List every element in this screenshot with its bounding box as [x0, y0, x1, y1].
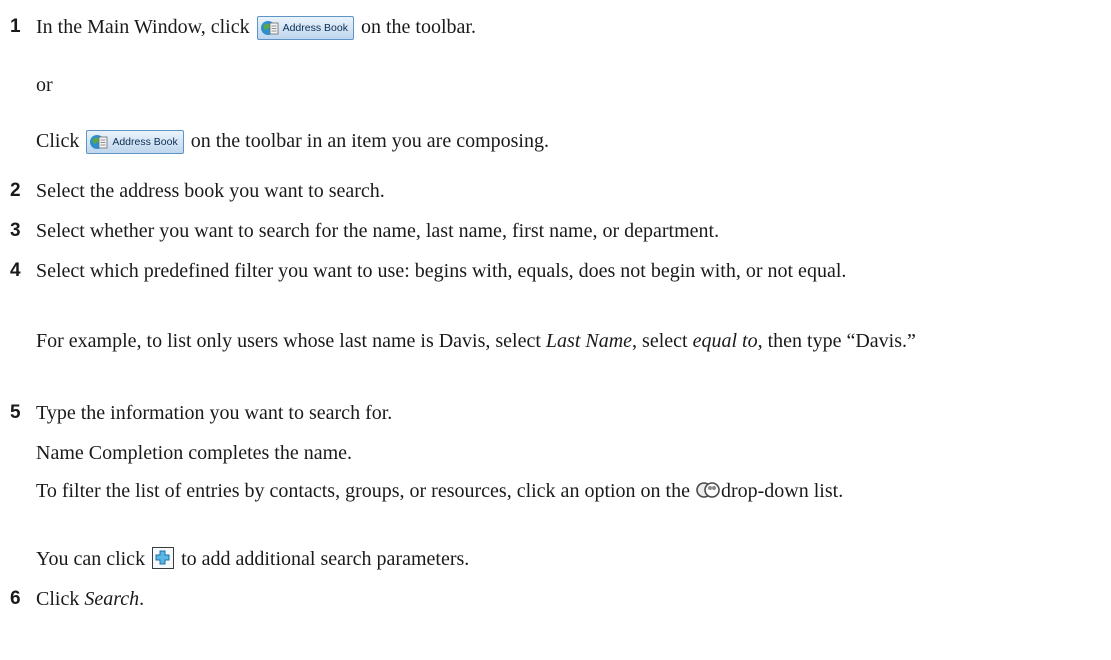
step-5-note-3: You can click to add additional search p…: [36, 547, 470, 570]
step-number: 5: [10, 402, 21, 423]
add-parameter-icon[interactable]: [152, 547, 175, 569]
address-book-icon: [90, 135, 108, 149]
step-text: Click Search.: [36, 588, 145, 610]
step-4-example: For example, to list only users whose la…: [36, 330, 916, 352]
step-number: 6: [10, 588, 21, 609]
address-book-icon: [260, 21, 278, 35]
step-1-alt: Click Address Book on the toolbar in an …: [36, 130, 549, 154]
step-4: 4 Select which predefined filter you wan…: [10, 256, 1097, 286]
step-2: 2 Select the address book you want to se…: [10, 176, 1097, 206]
step-3: 3 Select whether you want to search for …: [10, 216, 1097, 246]
step-number: 3: [10, 220, 21, 241]
step-1-or: or: [36, 74, 53, 96]
step-1: 1 In the Main Window, click Address Book…: [10, 12, 1097, 42]
search-emphasis: Search: [84, 588, 140, 610]
address-book-button-compose[interactable]: Address Book: [86, 130, 184, 154]
step-text: Type the information you want to search …: [36, 402, 393, 424]
step-6: 6 Click Search.: [10, 584, 1097, 614]
contacts-filter-icon[interactable]: [695, 480, 721, 500]
step-text: Select whether you want to search for th…: [36, 220, 720, 242]
step-text: In the Main Window, click Address Book o…: [36, 16, 476, 40]
plus-icon: [155, 550, 170, 565]
step-number: 4: [10, 260, 21, 281]
step-text: Select which predefined filter you want …: [36, 260, 847, 282]
step-5-note-1: Name Completion completes the name.: [36, 442, 353, 464]
step-number: 2: [10, 180, 21, 201]
step-5: 5 Type the information you want to searc…: [10, 398, 1097, 428]
address-book-button[interactable]: Address Book: [256, 16, 354, 40]
step-number: 1: [10, 16, 21, 37]
step-text: Select the address book you want to sear…: [36, 180, 385, 202]
step-5-note-2: To filter the list of entries by contact…: [36, 480, 844, 502]
